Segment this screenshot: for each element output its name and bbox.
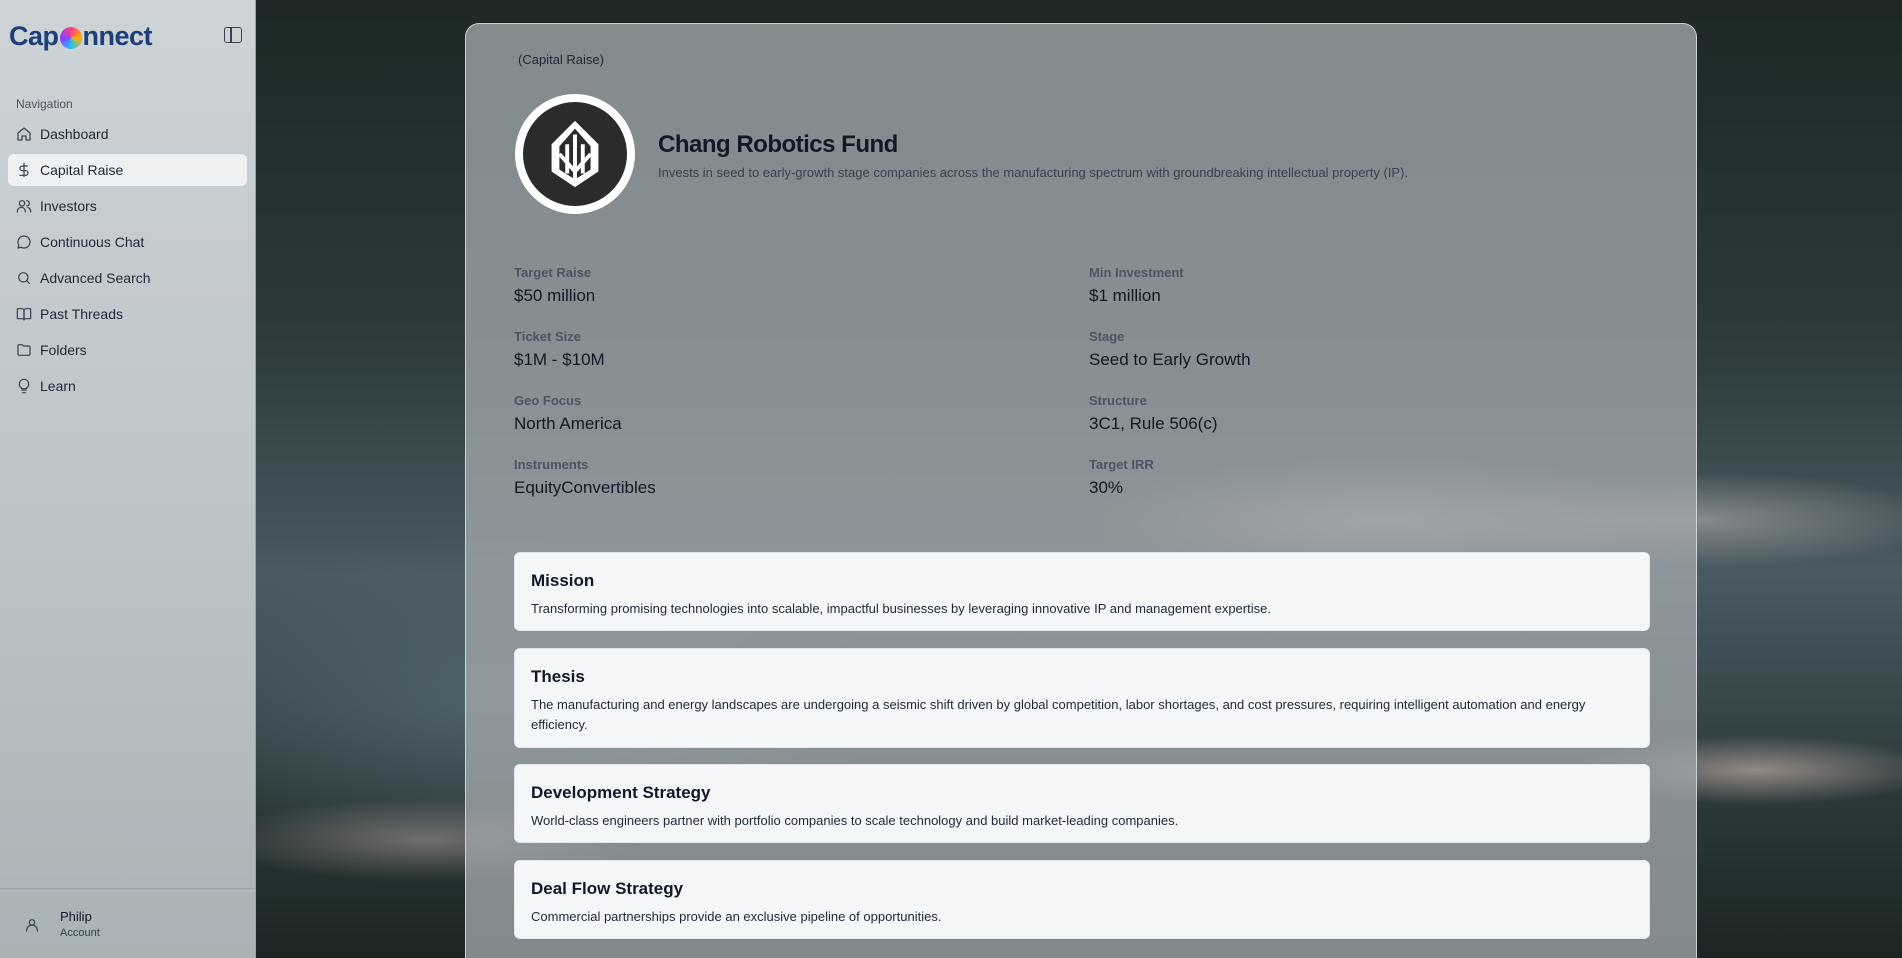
metric-label: Instruments: [514, 457, 589, 472]
metric-value: $1 million: [1089, 286, 1161, 305]
metric-value: $1M - $10M: [514, 350, 605, 369]
nav-section-title: Navigation: [16, 97, 73, 111]
fund-emblem-icon: [551, 120, 599, 188]
user-icon: [24, 917, 40, 938]
metric-geo-focus: Geo Focus North America: [514, 393, 622, 434]
section-text: Transforming promising technologies into…: [531, 601, 1271, 616]
folder-icon: [16, 342, 32, 358]
metric-target-raise: Target Raise $50 million: [514, 265, 595, 306]
sidebar-item-advanced-search[interactable]: Advanced Search: [8, 262, 247, 294]
sidebar-item-past-threads[interactable]: Past Threads: [8, 298, 247, 330]
sidebar-item-label: Past Threads: [40, 306, 124, 322]
sidebar: Cap nnect Navigation Dashboard Capital Ra…: [0, 0, 256, 958]
section-title: Development Strategy: [531, 783, 711, 802]
sidebar-item-label: Continuous Chat: [40, 234, 145, 250]
section-thesis: Thesis The manufacturing and energy land…: [514, 648, 1650, 748]
metric-label: Structure: [1089, 393, 1147, 408]
metric-value: EquityConvertibles: [514, 478, 656, 497]
metric-min-investment: Min Investment $1 million: [1089, 265, 1184, 306]
metric-stage: Stage Seed to Early Growth: [1089, 329, 1251, 370]
metric-label: Stage: [1089, 329, 1125, 344]
dollar-icon: [16, 162, 32, 178]
metric-value: $50 million: [514, 286, 596, 305]
metric-structure: Structure 3C1, Rule 506(c): [1089, 393, 1218, 434]
metric-instruments: Instruments EquityConvertibles: [514, 457, 656, 498]
chat-icon: [16, 234, 32, 250]
section-development-strategy: Development Strategy World-class enginee…: [514, 764, 1650, 843]
section-title: Deal Flow Strategy: [531, 879, 684, 898]
section-text: The manufacturing and energy landscapes …: [531, 697, 1586, 732]
sidebar-nav: Dashboard Capital Raise Investors Contin…: [8, 118, 247, 406]
metric-label: Target Raise: [514, 265, 592, 280]
metric-label: Target IRR: [1089, 457, 1154, 472]
account-menu[interactable]: Philip Account: [0, 888, 256, 958]
search-icon: [16, 270, 32, 286]
home-icon: [16, 126, 32, 142]
sidebar-item-label: Advanced Search: [40, 270, 151, 286]
sidebar-item-capital-raise[interactable]: Capital Raise: [8, 154, 247, 186]
sidebar-item-label: Investors: [40, 198, 97, 214]
section-title: Thesis: [531, 667, 585, 686]
sidebar-item-label: Learn: [40, 378, 76, 394]
sidebar-item-continuous-chat[interactable]: Continuous Chat: [8, 226, 247, 258]
section-text: Commercial partnerships provide an exclu…: [531, 909, 942, 924]
fund-logo: [515, 94, 635, 214]
metric-label: Min Investment: [1089, 265, 1184, 280]
account-label: Account: [60, 927, 100, 939]
metric-ticket-size: Ticket Size $1M - $10M: [514, 329, 605, 370]
section-mission: Mission Transforming promising technolog…: [514, 552, 1650, 631]
section-title: Mission: [531, 571, 595, 590]
fund-name: Chang Robotics Fund: [658, 131, 898, 158]
sidebar-item-label: Dashboard: [40, 126, 109, 142]
app-logo[interactable]: Cap nnect: [9, 18, 153, 54]
sidebar-item-folders[interactable]: Folders: [8, 334, 247, 366]
metric-target-irr: Target IRR 30%: [1089, 457, 1154, 498]
sidebar-item-dashboard[interactable]: Dashboard: [8, 118, 247, 150]
metric-value: Seed to Early Growth: [1089, 350, 1251, 369]
breadcrumb[interactable]: (Capital Raise): [518, 52, 604, 67]
section-deal-flow-strategy: Deal Flow Strategy Commercial partnershi…: [514, 860, 1650, 939]
section-text: World-class engineers partner with portf…: [531, 813, 1179, 828]
sidebar-item-label: Capital Raise: [40, 162, 124, 178]
lightbulb-icon: [16, 378, 32, 394]
account-name: Philip: [60, 909, 92, 924]
sidebar-item-investors[interactable]: Investors: [8, 190, 247, 222]
sidebar-item-learn[interactable]: Learn: [8, 370, 247, 402]
fund-detail-card: (Capital Raise) Chang Robotics Fund Inve…: [465, 23, 1697, 958]
sidebar-toggle-icon[interactable]: [224, 27, 242, 43]
book-icon: [16, 306, 32, 322]
metric-value: 3C1, Rule 506(c): [1089, 414, 1218, 433]
logo-mark: [59, 27, 82, 49]
users-icon: [16, 198, 32, 214]
metric-value: North America: [514, 414, 622, 433]
metric-label: Ticket Size: [514, 329, 581, 344]
metric-label: Geo Focus: [514, 393, 582, 408]
fund-description: Invests in seed to early-growth stage co…: [658, 165, 1409, 180]
metric-value: 30%: [1089, 478, 1124, 497]
sidebar-item-label: Folders: [40, 342, 87, 358]
